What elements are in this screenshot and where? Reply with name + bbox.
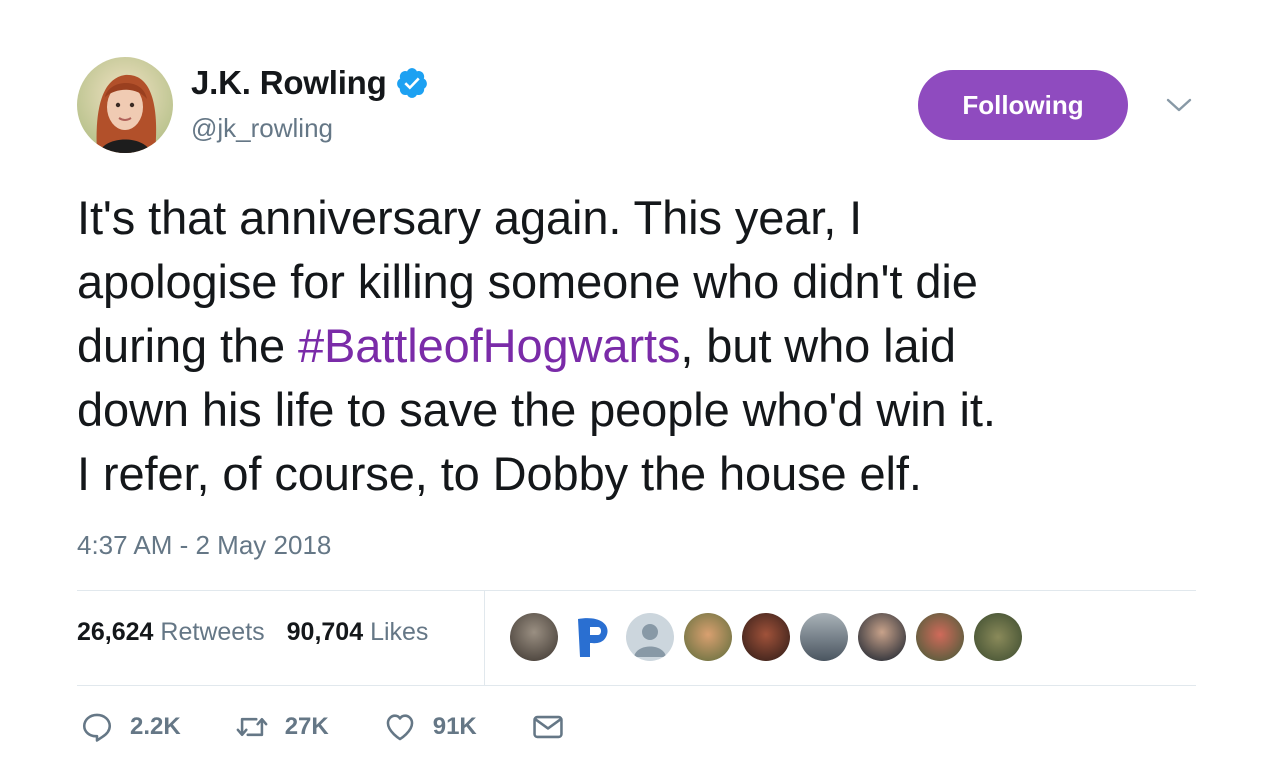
hashtag-link[interactable]: #BattleofHogwarts [298,319,680,372]
liker-avatar[interactable] [568,613,616,661]
tweet-line-3-post: , but who laid [680,319,956,372]
liker-avatar[interactable] [858,613,906,661]
liker-avatar[interactable] [742,613,790,661]
tweet-line-1: It's that anniversary again. This year, … [77,191,863,244]
like-icon [386,714,414,741]
author-name[interactable]: J.K. Rowling [191,64,387,102]
direct-message-button[interactable] [531,710,581,744]
liker-avatar[interactable] [684,613,732,661]
reply-count: 2.2K [130,713,181,740]
tweet-stats: 26,624 Retweets 90,704 Likes [77,618,450,647]
like-count: 91K [432,713,477,740]
likes-label: Likes [370,618,429,646]
tweet-line-3-pre: during the [77,319,299,372]
likes-stat[interactable]: 90,704 Likes [287,618,429,647]
chevron-down-icon[interactable] [1166,96,1192,114]
retweet-icon [236,717,268,737]
like-button[interactable]: 91K [383,710,477,744]
liker-avatar[interactable] [800,613,848,661]
reply-button[interactable]: 2.2K [80,710,181,744]
verified-badge-icon [396,68,427,98]
divider-top [77,590,1196,591]
tweet-line-4: down his life to save the people who'd w… [77,383,996,436]
liker-avatar[interactable] [626,613,674,661]
liker-avatar[interactable] [510,613,558,661]
direct-message-icon [533,715,563,739]
tweet-line-3: during the #BattleofHogwarts, but who la… [77,314,1217,378]
retweets-count: 26,624 [77,618,154,646]
reply-icon [82,713,112,742]
following-button[interactable]: Following [918,70,1128,140]
likes-count: 90,704 [286,618,364,646]
liker-avatar[interactable] [916,613,964,661]
liker-avatar[interactable] [974,613,1022,661]
tweet-timestamp[interactable]: 4:37 AM - 2 May 2018 [77,530,331,561]
tweet-card: J.K. Rowling @jk_rowling Following It's … [0,0,1268,784]
liker-avatars [510,613,1032,661]
author-handle[interactable]: @jk_rowling [191,113,333,144]
author-avatar[interactable] [77,57,173,153]
tweet-line-2: apologise for killing someone who didn't… [77,255,978,308]
retweets-label: Retweets [160,618,265,646]
author-name-row: J.K. Rowling [191,64,429,102]
tweet-line-5: I refer, of course, to Dobby the house e… [77,447,922,500]
tweet-text: It's that anniversary again. This year, … [77,186,1217,506]
retweet-count: 27K [284,713,329,740]
divider-bottom [77,685,1196,686]
stats-divider [484,591,485,685]
tweet-actions: 2.2K 27K 91K [80,710,635,744]
retweet-button[interactable]: 27K [235,710,329,744]
retweets-stat[interactable]: 26,624 Retweets [77,618,265,647]
